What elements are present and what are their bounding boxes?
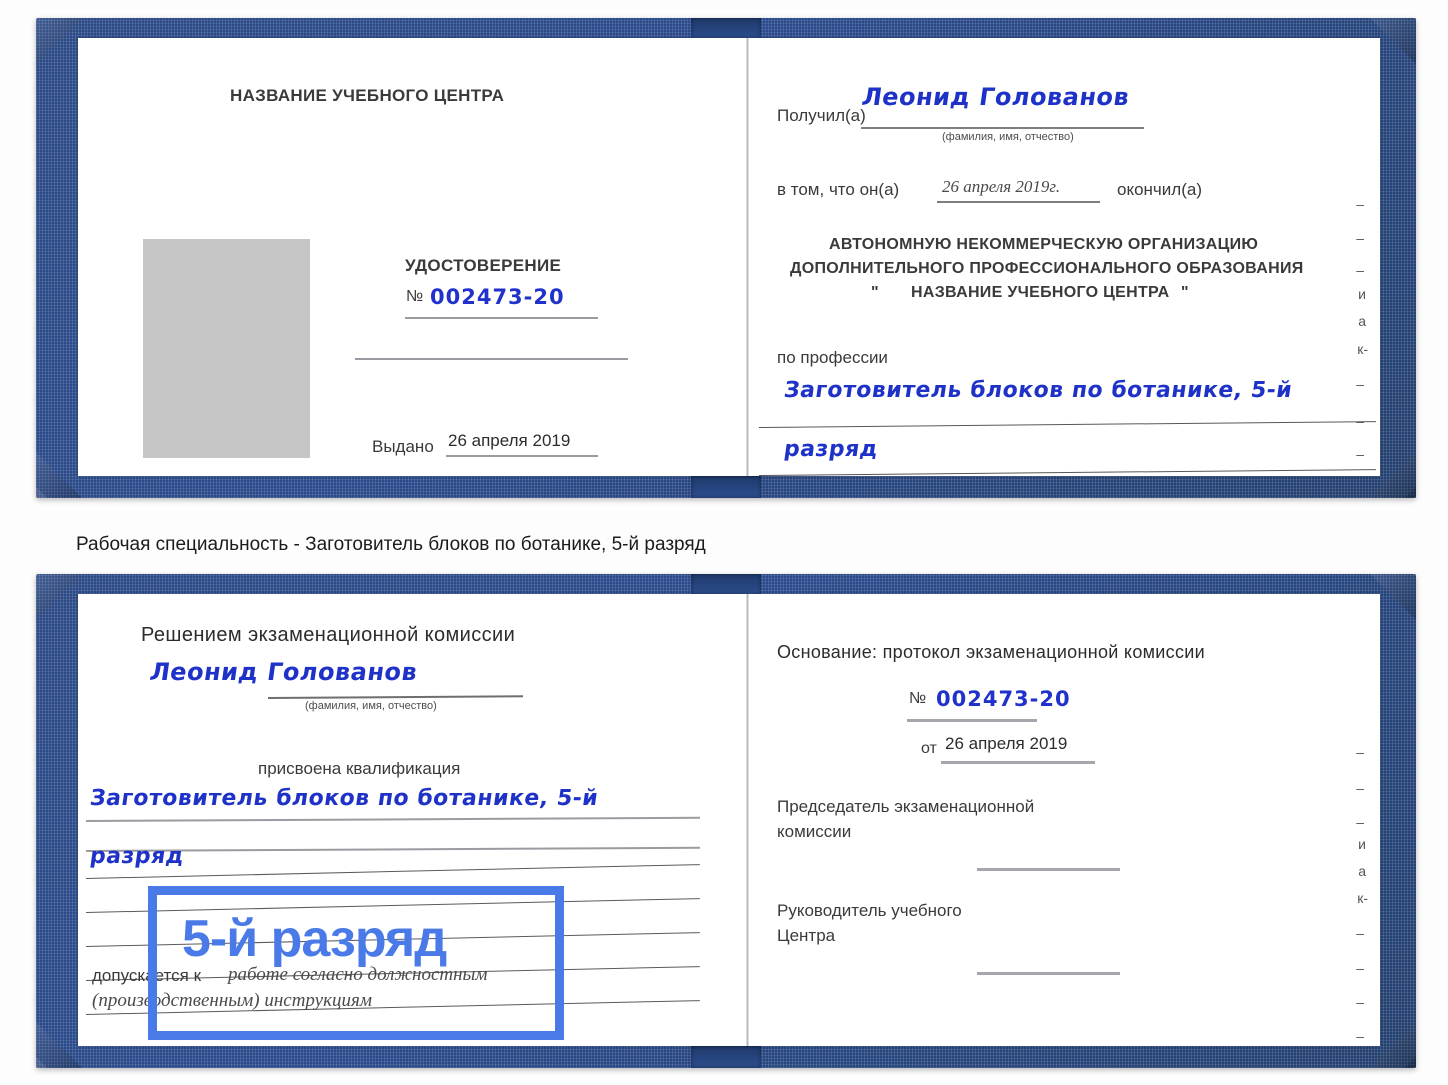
profession-label: по профессии — [777, 348, 888, 367]
from-value: 26 апреля 2019 — [945, 734, 1068, 753]
edge-mark: – — [1356, 960, 1364, 976]
examinee-name: Леонид Голованов — [148, 658, 420, 686]
certificate-bottom-pages: Решением экзаменационной комиссии Леонид… — [78, 594, 1380, 1046]
that-he-rule — [937, 201, 1100, 203]
received-rule — [861, 127, 1144, 129]
edge-mark: – — [1356, 230, 1364, 246]
profession-rule-1 — [758, 421, 1376, 428]
edge-mark: – — [1356, 196, 1364, 212]
highlight-text: 5-й разряд — [182, 910, 447, 968]
certificate-number-symbol: № — [406, 288, 424, 305]
organization-line-1: АВТОНОМНУЮ НЕКОММЕРЧЕСКУЮ ОРГАНИЗАЦИЮ — [829, 236, 1259, 253]
top-right-page: Получил(а) Леонид Голованов (фамилия, им… — [749, 38, 1380, 476]
edge-mark: – — [1356, 262, 1364, 278]
training-center-header: НАЗВАНИЕ УЧЕБНОГО ЦЕНТРА — [230, 86, 505, 105]
bottom-right-page: Основание: протокол экзаменационной коми… — [749, 594, 1380, 1046]
received-label: Получил(а) — [777, 106, 866, 125]
org-quote-open: " — [871, 284, 879, 301]
cover-corner-top-left — [36, 18, 82, 64]
organization-line-2: ДОПОЛНИТЕЛЬНОГО ПРОФЕССИОНАЛЬНОГО ОБРАЗО… — [790, 260, 1304, 277]
head-line-1: Руководитель учебного — [777, 901, 962, 920]
edge-mark: – — [1356, 994, 1364, 1010]
certificate-top-pages: НАЗВАНИЕ УЧЕБНОГО ЦЕНТРА УДОСТОВЕРЕНИЕ №… — [78, 38, 1380, 476]
qualification-line-1: Заготовитель блоков по ботанике, 5-й — [88, 786, 601, 811]
basis-label: Основание: протокол экзаменационной коми… — [777, 642, 1205, 662]
edge-mark: – — [1356, 780, 1364, 796]
spine-tab-top — [691, 574, 761, 596]
that-he-label: в том, что он(а) — [777, 180, 900, 199]
edge-mark: и — [1358, 286, 1366, 302]
edge-mark: к- — [1357, 890, 1368, 906]
spine-tab-bottom — [691, 476, 761, 498]
edge-mark: а — [1358, 863, 1366, 879]
edge-mark: – — [1356, 376, 1364, 392]
edge-mark: – — [1356, 413, 1364, 429]
screenshot-canvas: НАЗВАНИЕ УЧЕБНОГО ЦЕНТРА УДОСТОВЕРЕНИЕ №… — [0, 0, 1448, 1085]
organization-name: НАЗВАНИЕ УЧЕБНОГО ЦЕНТРА — [911, 284, 1170, 301]
top-left-page: НАЗВАНИЕ УЧЕБНОГО ЦЕНТРА УДОСТОВЕРЕНИЕ №… — [78, 38, 746, 476]
examinee-name-rule — [267, 695, 523, 699]
qualification-label: присвоена квалификация — [258, 759, 461, 778]
cover-corner-top-left — [36, 574, 82, 620]
edge-mark: и — [1358, 836, 1366, 852]
ruled-line — [85, 816, 700, 822]
edge-mark: – — [1356, 925, 1364, 941]
profession-rule-2 — [758, 469, 1376, 476]
edge-mark: – — [1356, 1028, 1364, 1044]
edge-mark: – — [1356, 744, 1364, 760]
chairman-line-2: комиссии — [777, 822, 852, 841]
org-quote-close: " — [1181, 284, 1189, 301]
edge-mark: к- — [1357, 341, 1368, 357]
profession-value-line-2: разряд — [782, 437, 880, 462]
document-type-label: УДОСТОВЕРЕНИЕ — [405, 256, 562, 275]
chairman-line-1: Председатель экзаменационной — [777, 797, 1035, 816]
head-line-2: Центра — [777, 926, 836, 945]
chairman-signature-rule — [977, 868, 1120, 871]
certificate-number-rule — [405, 317, 598, 319]
edge-mark: а — [1358, 313, 1366, 329]
certificate-bottom-cover: Решением экзаменационной комиссии Леонид… — [36, 574, 1416, 1068]
issued-label: Выдано — [372, 437, 434, 456]
decision-header: Решением экзаменационной комиссии — [141, 624, 516, 646]
issued-rule — [446, 455, 598, 457]
bottom-left-page: Решением экзаменационной комиссии Леонид… — [78, 594, 746, 1046]
certificate-top-cover: НАЗВАНИЕ УЧЕБНОГО ЦЕНТРА УДОСТОВЕРЕНИЕ №… — [36, 18, 1416, 498]
blank-rule-left — [355, 358, 628, 360]
edge-mark: – — [1356, 446, 1364, 462]
fio-hint-bottom: (фамилия, имя, отчество) — [305, 700, 437, 712]
graduated-label: окончил(а) — [1117, 180, 1202, 199]
protocol-number-symbol: № — [909, 690, 927, 707]
cover-corner-bottom-left — [36, 452, 82, 498]
issued-value: 26 апреля 2019 — [448, 431, 571, 450]
photo-placeholder — [143, 239, 310, 458]
head-signature-rule — [977, 972, 1120, 975]
from-rule — [941, 761, 1095, 764]
from-label: от — [921, 740, 937, 757]
fio-hint-top: (фамилия, имя, отчество) — [942, 131, 1074, 143]
received-value: Леонид Голованов — [860, 83, 1132, 111]
protocol-number-value: 002473-20 — [936, 687, 1071, 711]
profession-value-line-1: Заготовитель блоков по ботанике, 5-й — [782, 378, 1295, 403]
cover-corner-bottom-left — [36, 1022, 82, 1068]
edge-mark: – — [1356, 814, 1364, 830]
page-caption: Рабочая специальность - Заготовитель бло… — [76, 534, 706, 555]
seal-label: М.П. — [198, 473, 230, 476]
spine-tab-top — [691, 18, 761, 40]
protocol-number-rule — [907, 719, 1037, 722]
spine-tab-bottom — [691, 1046, 761, 1068]
qualification-line-2: разряд — [88, 844, 186, 869]
that-he-value: 26 апреля 2019г. — [942, 177, 1061, 196]
certificate-number-value: 002473-20 — [430, 285, 565, 309]
